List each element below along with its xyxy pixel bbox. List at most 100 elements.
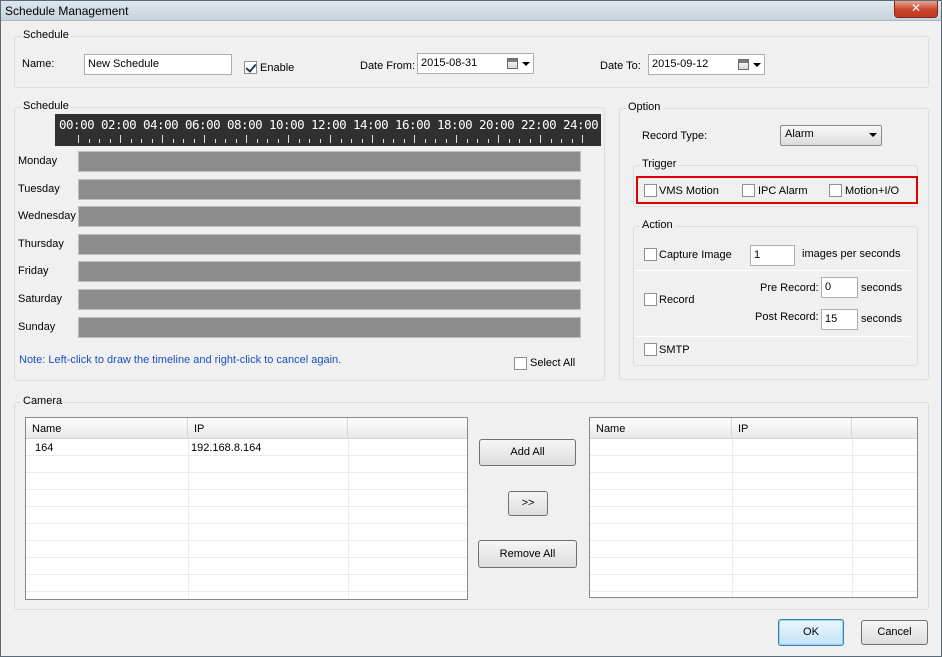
hour-tick-mark (477, 139, 478, 143)
hour-tick-mark (130, 139, 132, 143)
hour-tick-label: 08:00 (227, 117, 263, 132)
capture-unit-label: images per seconds (802, 248, 901, 260)
weekday-label: Monday (18, 155, 58, 167)
pre-record-input[interactable]: 0 (821, 277, 858, 298)
table-row[interactable] (590, 575, 917, 592)
column-header-extra[interactable] (348, 418, 467, 439)
hour-tick-mark (445, 139, 447, 143)
selected-camera-list[interactable]: Name IP (589, 417, 918, 598)
table-row[interactable] (26, 490, 467, 507)
hour-tick-mark (193, 139, 195, 143)
hour-tick-mark (508, 139, 510, 143)
weekday-timeline-bar[interactable] (78, 234, 581, 255)
weekday-timeline-bar[interactable] (78, 179, 581, 200)
capture-rate-input[interactable]: 1 (750, 245, 795, 266)
select-all-checkbox[interactable] (514, 357, 527, 370)
hour-tick-mark (204, 135, 205, 143)
hour-tick-mark (393, 139, 394, 143)
table-row[interactable] (590, 490, 917, 507)
column-header-name[interactable]: Name (590, 418, 732, 439)
hour-tick-mark (540, 135, 541, 143)
vms-motion-label: VMS Motion (659, 185, 719, 197)
timeline-legend: Schedule (21, 100, 71, 112)
enable-checkbox[interactable] (244, 61, 257, 74)
close-icon: ✕ (910, 1, 922, 15)
hour-tick-mark (288, 135, 289, 143)
select-all-label: Select All (530, 357, 576, 369)
table-row[interactable] (590, 558, 917, 575)
hour-tick-label: 12:00 (311, 117, 347, 132)
chevron-down-icon (753, 63, 761, 67)
remove-all-button[interactable]: Remove All (478, 540, 577, 568)
table-row[interactable] (26, 575, 467, 592)
title-bar[interactable]: Schedule Management ✕ (1, 1, 941, 21)
table-row[interactable]: 164 192.168.8.164 (26, 439, 467, 456)
timeline-note: Note: Left-click to draw the timeline an… (19, 354, 342, 366)
weekday-label: Wednesday (18, 210, 76, 222)
hour-tick-mark (424, 139, 426, 143)
table-row[interactable] (590, 541, 917, 558)
table-row[interactable] (590, 439, 917, 456)
record-checkbox[interactable] (644, 293, 657, 306)
weekday-timeline-bar[interactable] (78, 206, 581, 227)
camera-legend: Camera (21, 395, 65, 407)
table-row[interactable] (26, 507, 467, 524)
table-row[interactable] (590, 456, 917, 473)
add-all-button[interactable]: Add All (479, 439, 576, 466)
table-row[interactable] (590, 507, 917, 524)
window-title: Schedule Management (5, 4, 129, 18)
hour-tick-mark (235, 139, 237, 143)
table-row[interactable] (26, 541, 467, 558)
weekday-label: Sunday (18, 321, 56, 333)
available-camera-list[interactable]: Name IP 164 192.168.8.164 (25, 417, 468, 600)
hour-tick-mark (361, 139, 363, 143)
post-record-seconds-label: seconds (861, 313, 902, 325)
motion-io-checkbox[interactable] (829, 184, 842, 197)
column-header-name[interactable]: Name (26, 418, 188, 439)
weekday-label: Thursday (18, 238, 64, 250)
table-row[interactable] (590, 524, 917, 541)
table-row[interactable] (590, 473, 917, 490)
vms-motion-checkbox[interactable] (644, 184, 657, 197)
hour-tick-mark (267, 139, 268, 143)
hour-tick-label: 24:00 (563, 117, 599, 132)
action-legend: Action (640, 219, 675, 231)
table-row[interactable] (26, 524, 467, 541)
motion-io-label: Motion+I/O (845, 185, 900, 197)
hour-tick-mark (582, 135, 583, 143)
table-row[interactable] (26, 473, 467, 490)
date-from-label: Date From: (360, 60, 416, 72)
table-row[interactable] (26, 456, 467, 473)
hour-tick-label: 14:00 (353, 117, 389, 132)
move-right-button[interactable]: >> (508, 491, 548, 516)
pre-record-label: Pre Record: (760, 282, 819, 294)
ipc-alarm-checkbox[interactable] (742, 184, 755, 197)
hour-tick-label: 16:00 (395, 117, 431, 132)
post-record-input[interactable]: 15 (821, 309, 858, 330)
date-to-picker[interactable]: 2015-09-12 (648, 54, 765, 75)
weekday-timeline-bar[interactable] (78, 261, 581, 282)
smtp-checkbox[interactable] (644, 343, 657, 356)
hour-tick-mark (172, 139, 174, 143)
record-type-select[interactable]: Alarm (780, 125, 882, 146)
table-row[interactable] (26, 558, 467, 575)
chevron-down-icon (522, 62, 530, 66)
weekday-label: Friday (18, 265, 49, 277)
hour-tick-mark (372, 135, 373, 143)
weekday-timeline-bar[interactable] (78, 151, 581, 172)
column-header-ip[interactable]: IP (188, 418, 348, 439)
name-input[interactable]: New Schedule (84, 54, 232, 75)
cancel-button[interactable]: Cancel (861, 620, 928, 645)
column-header-ip[interactable]: IP (732, 418, 852, 439)
hour-tick-label: 04:00 (143, 117, 179, 132)
capture-image-checkbox[interactable] (644, 248, 657, 261)
weekday-timeline-bar[interactable] (78, 317, 581, 338)
hour-tick-label: 20:00 (479, 117, 515, 132)
date-from-picker[interactable]: 2015-08-31 (417, 53, 534, 74)
column-header-extra[interactable] (852, 418, 917, 439)
ok-button[interactable]: OK (778, 619, 844, 646)
hour-tick-mark (330, 135, 331, 143)
close-button[interactable]: ✕ (894, 1, 938, 18)
hour-tick-mark (99, 139, 100, 143)
weekday-timeline-bar[interactable] (78, 289, 581, 310)
